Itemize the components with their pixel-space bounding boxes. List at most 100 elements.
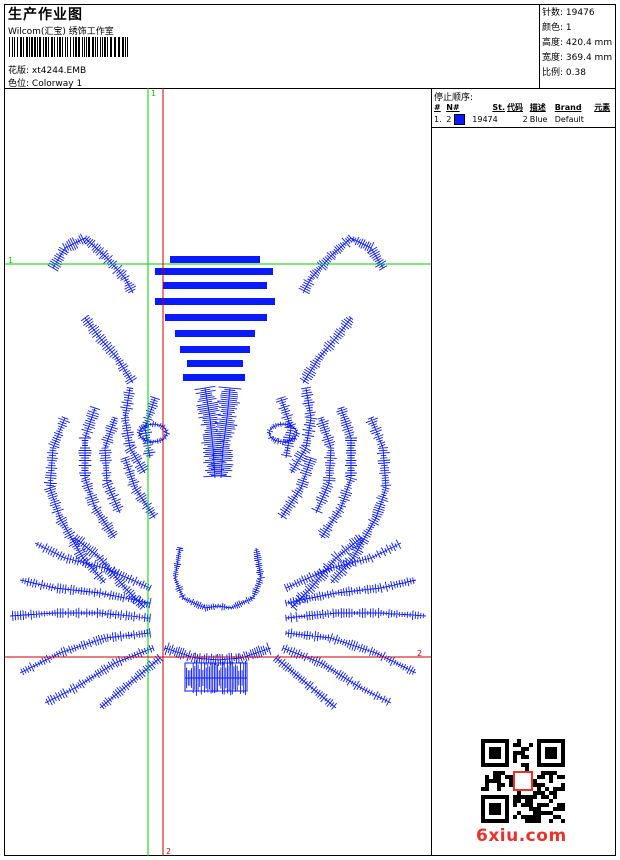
qr-module (521, 763, 525, 767)
table-row: 1. 2 19474 2 Blue Default (433, 113, 616, 125)
barcode-bar (114, 37, 116, 57)
guide-label-green-left: 1 (8, 256, 13, 265)
sheet-title: 生产作业图 (8, 7, 83, 23)
qr-module (513, 803, 517, 807)
whisker-left (44, 644, 155, 706)
forehead-stripe (187, 360, 243, 367)
qr-finder-module (553, 739, 557, 743)
tiger-embroidery (9, 233, 427, 710)
forehead-stripe (180, 346, 250, 353)
qr-finder-module (505, 763, 509, 767)
row-element (593, 113, 616, 125)
qr-finder-module (481, 795, 485, 799)
qr-module (537, 783, 541, 787)
qr-finder-module (489, 747, 493, 751)
qr-finder-module (505, 759, 509, 763)
qr-finder-module (545, 747, 549, 751)
guide-label-red-bottom: 2 (166, 847, 171, 856)
barcode-bar (75, 37, 77, 57)
qr-finder-module (481, 819, 485, 823)
tiger-eye-right (266, 421, 301, 446)
design-label: 花版: (8, 66, 30, 76)
qr-finder-module (497, 795, 501, 799)
tiger-ear-left (47, 233, 137, 294)
qr-finder-module (537, 747, 541, 751)
qr-module (505, 775, 509, 779)
col-stitches: St. (492, 102, 505, 112)
qr-finder-module (561, 763, 565, 767)
qr-finder-module (493, 755, 497, 759)
qr-module (537, 819, 541, 823)
barcode-bar (92, 37, 94, 57)
qr-finder-module (501, 795, 505, 799)
qr-module (525, 815, 529, 819)
qr-module (521, 755, 525, 759)
qr-finder-module (537, 739, 541, 743)
row-description: Blue (529, 114, 548, 124)
qr-finder-module (489, 751, 493, 755)
barcode-bar (104, 37, 106, 57)
qr-finder-module (505, 739, 509, 743)
qr-module (541, 775, 545, 779)
qr-finder-module (481, 799, 485, 803)
qr-module (541, 803, 545, 807)
barcode-bar (9, 37, 10, 57)
barcode-bar (84, 37, 85, 57)
qr-module (513, 743, 517, 747)
barcode-bar (34, 37, 36, 57)
qr-module (553, 771, 557, 775)
qr-module (537, 803, 541, 807)
qr-module (493, 775, 497, 779)
qr-finder-module (549, 751, 553, 755)
qr-module (517, 795, 521, 799)
whisker-right (284, 577, 417, 607)
qr-finder-module (481, 803, 485, 807)
qr-finder-module (481, 763, 485, 767)
qr-finder-module (481, 811, 485, 815)
cheek-stripe-right (311, 416, 337, 514)
barcode-bar (37, 37, 38, 57)
qr-finder-module (481, 743, 485, 747)
barcode-bar (12, 37, 13, 57)
qr-finder-module (561, 747, 565, 751)
qr-module (545, 787, 549, 791)
qr-finder-module (481, 747, 485, 751)
qr-finder-module (493, 739, 497, 743)
qr-module (561, 787, 565, 791)
qr-finder-module (497, 755, 501, 759)
qr-module (553, 815, 557, 819)
qr-finder-module (485, 819, 489, 823)
cheek-stripe-left (98, 416, 124, 514)
qr-module (525, 799, 529, 803)
whisker-right (281, 644, 392, 706)
col-description: 描述 (529, 102, 546, 112)
stats-panel: 针数: 19476 颜色: 1 高度: 420.4 mm 宽度: 369.4 m… (542, 6, 616, 81)
qr-module (549, 775, 553, 779)
qr-finder-module (553, 755, 557, 759)
forehead-stripe (155, 298, 275, 305)
qr-finder-module (537, 755, 541, 759)
qr-module (521, 803, 525, 807)
qr-finder-module (497, 739, 501, 743)
qr-logo-badge (513, 771, 533, 791)
stop-sequence-table: # N# St. 代码 描述 Brand 元素 1. 2 19474 2 Blu… (433, 101, 616, 125)
qr-module (517, 743, 521, 747)
col-brand: Brand (554, 102, 582, 112)
qr-finder-module (493, 747, 497, 751)
stats-divider (539, 4, 540, 88)
stat-height: 高度: 420.4 mm (542, 38, 613, 48)
color-swatch (453, 113, 465, 125)
qr-module (529, 819, 533, 823)
barcode-bar (70, 37, 71, 57)
barcode (9, 37, 128, 57)
qr-module (513, 815, 517, 819)
qr-module (537, 807, 541, 811)
barcode-bar (48, 37, 49, 57)
guide-label-red-right: 2 (417, 649, 422, 658)
barcode-bar (17, 37, 18, 57)
qr-finder-module (505, 743, 509, 747)
qr-module (533, 811, 537, 815)
qr-module (489, 779, 493, 783)
barcode-bar (26, 37, 28, 57)
qr-module (497, 775, 501, 779)
